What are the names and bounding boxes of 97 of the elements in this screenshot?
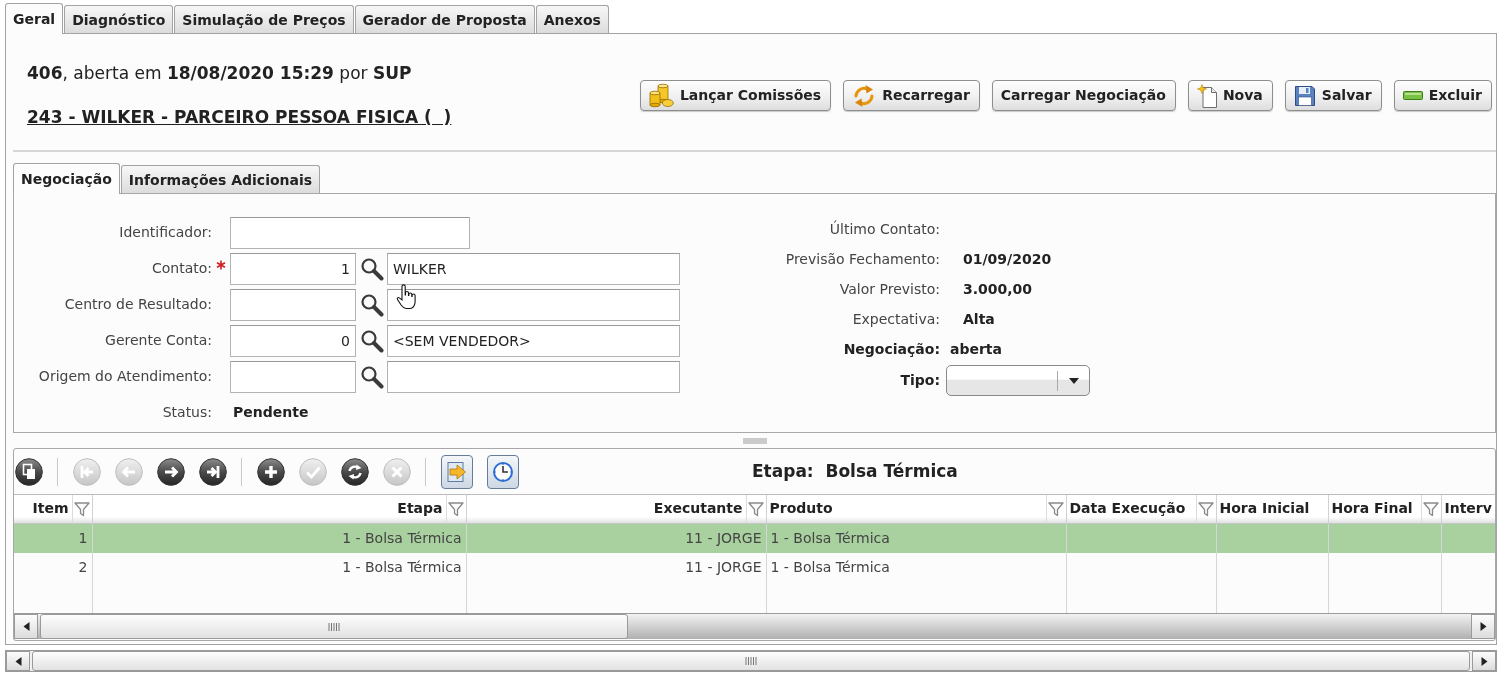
scrollbar-thumb[interactable] (40, 614, 628, 639)
plus-icon[interactable] (257, 457, 285, 486)
column-header[interactable]: Hora Inicial (1216, 495, 1328, 523)
field-value: 3.000,00 (963, 281, 1033, 298)
column-header[interactable]: Produto (766, 495, 1066, 523)
filter-icon[interactable] (1048, 500, 1064, 517)
table-cell: 1 - Bolsa Térmica (92, 553, 466, 583)
grip-icon (745, 657, 757, 665)
save-button[interactable]: Salvar (1284, 80, 1382, 111)
grip-icon (328, 622, 340, 631)
filter-icon[interactable] (748, 500, 764, 517)
load-button[interactable]: Carregar Negociação (991, 80, 1176, 111)
column-header[interactable]: Interv (1441, 495, 1495, 523)
commissions-button[interactable]: Lançar Comissões (639, 80, 832, 111)
status-value: Pendente (232, 404, 310, 422)
table-cell: 2 (14, 553, 92, 583)
search-icon[interactable] (359, 365, 384, 389)
table-row[interactable]: 1 1 - Bolsa Térmica 11 - JORGE 1 - Bolsa Térmica (14, 523, 1495, 553)
caret-icon (1068, 377, 1079, 384)
code-field[interactable] (230, 361, 356, 393)
delete-button[interactable]: Excluir (1393, 80, 1492, 111)
tab[interactable]: Simulação de Preços (174, 5, 354, 33)
filter-icon[interactable] (74, 500, 90, 517)
stage-title: Etapa: Bolsa Térmica (752, 460, 958, 483)
new-document-icon (1196, 83, 1217, 108)
splitter-grip-icon[interactable] (742, 437, 767, 444)
tab[interactable]: Anexos (535, 5, 609, 33)
name-field[interactable]: WILKER (387, 253, 680, 285)
copy-icon[interactable] (15, 457, 43, 486)
field-label: Gerente Conta: (104, 332, 212, 350)
tab[interactable]: Informações Adicionais (120, 165, 321, 193)
field-label: Identificador: (118, 224, 212, 242)
code-field[interactable]: 1 (230, 253, 356, 285)
left-triangle-icon (14, 656, 22, 666)
field-label: Previsão Fechamento: (784, 251, 940, 269)
tab[interactable]: Diagnóstico (64, 5, 174, 33)
right-triangle-icon (1480, 656, 1488, 666)
scroll-left-button[interactable] (14, 614, 38, 639)
table-cell: 1 - Bolsa Térmica (92, 523, 466, 553)
column-header[interactable]: Executante (466, 495, 766, 523)
scroll-right-button[interactable] (1472, 651, 1496, 671)
field-label: Expectativa: (851, 311, 940, 329)
filter-icon[interactable] (1198, 500, 1214, 517)
tab[interactable]: Negociação (13, 163, 120, 194)
skip-right-icon[interactable] (199, 457, 227, 486)
scroll-left-button[interactable] (6, 651, 30, 671)
filter-icon[interactable] (1423, 500, 1439, 517)
right-triangle-icon (1479, 622, 1487, 631)
search-icon[interactable] (359, 329, 384, 353)
partner-link[interactable]: 243 - WILKER - PARCEIRO PESSOA FISICA ( ) (27, 106, 452, 128)
refresh-icon[interactable] (341, 457, 369, 486)
table-cell: 11 - JORGE (466, 523, 766, 553)
search-icon[interactable] (359, 293, 384, 317)
column-header[interactable]: Etapa (92, 495, 466, 523)
horizontal-scrollbar[interactable] (14, 613, 1495, 639)
export-button[interactable] (441, 454, 473, 489)
coins-icon (648, 83, 674, 108)
column-header[interactable]: Data Execução (1066, 495, 1216, 523)
column-header[interactable]: Hora Final (1328, 495, 1441, 523)
table-cell: 1 (14, 523, 92, 553)
code-field[interactable] (230, 289, 356, 321)
type-select[interactable] (946, 365, 1090, 396)
name-field[interactable] (387, 289, 680, 321)
column-header[interactable]: Item (14, 495, 92, 523)
field-value: aberta (950, 341, 1002, 358)
scroll-right-button[interactable] (1471, 614, 1495, 639)
reload-button[interactable]: Recarregar (843, 80, 980, 111)
field-label: Origem do Atendimento: (37, 368, 212, 386)
table-cell: 1 - Bolsa Térmica (766, 523, 1066, 553)
filter-icon[interactable] (448, 500, 464, 517)
hand-cursor-icon (395, 283, 417, 310)
name-field[interactable]: <SEM VENDEDOR> (387, 325, 680, 357)
field-label: Tipo: (899, 371, 940, 390)
export-icon (446, 460, 468, 483)
table-cell: 1 - Bolsa Térmica (766, 553, 1066, 583)
tab[interactable]: Gerador de Proposta (354, 5, 535, 33)
new-button[interactable]: Nova (1187, 80, 1273, 111)
field-label: Contato: (150, 260, 212, 278)
field-label: Negociação: (842, 341, 940, 359)
name-field[interactable] (387, 361, 680, 393)
text-field[interactable] (230, 217, 470, 249)
field-value: Alta (963, 311, 995, 328)
field-label: Último Contato: (828, 221, 940, 239)
negotiation-summary: 406, aberta em 18/08/2020 15:29 por SUP (27, 62, 413, 84)
left-triangle-icon (22, 622, 30, 631)
clock-button[interactable] (487, 454, 519, 489)
tab[interactable]: Geral (5, 3, 64, 34)
table-row[interactable]: 2 1 - Bolsa Térmica 11 - JORGE 1 - Bolsa Térmica (14, 553, 1495, 583)
field-value: 01/09/2020 (963, 251, 1052, 268)
field-label: Status: (161, 404, 212, 422)
search-icon[interactable] (359, 257, 384, 281)
code-field[interactable]: 0 (230, 325, 356, 357)
field-label: Valor Previsto: (838, 281, 940, 299)
table-cell: 11 - JORGE (466, 553, 766, 583)
minus-icon (1402, 91, 1423, 100)
clock-icon (492, 460, 514, 483)
field-label: Centro de Resultado: (63, 296, 212, 314)
